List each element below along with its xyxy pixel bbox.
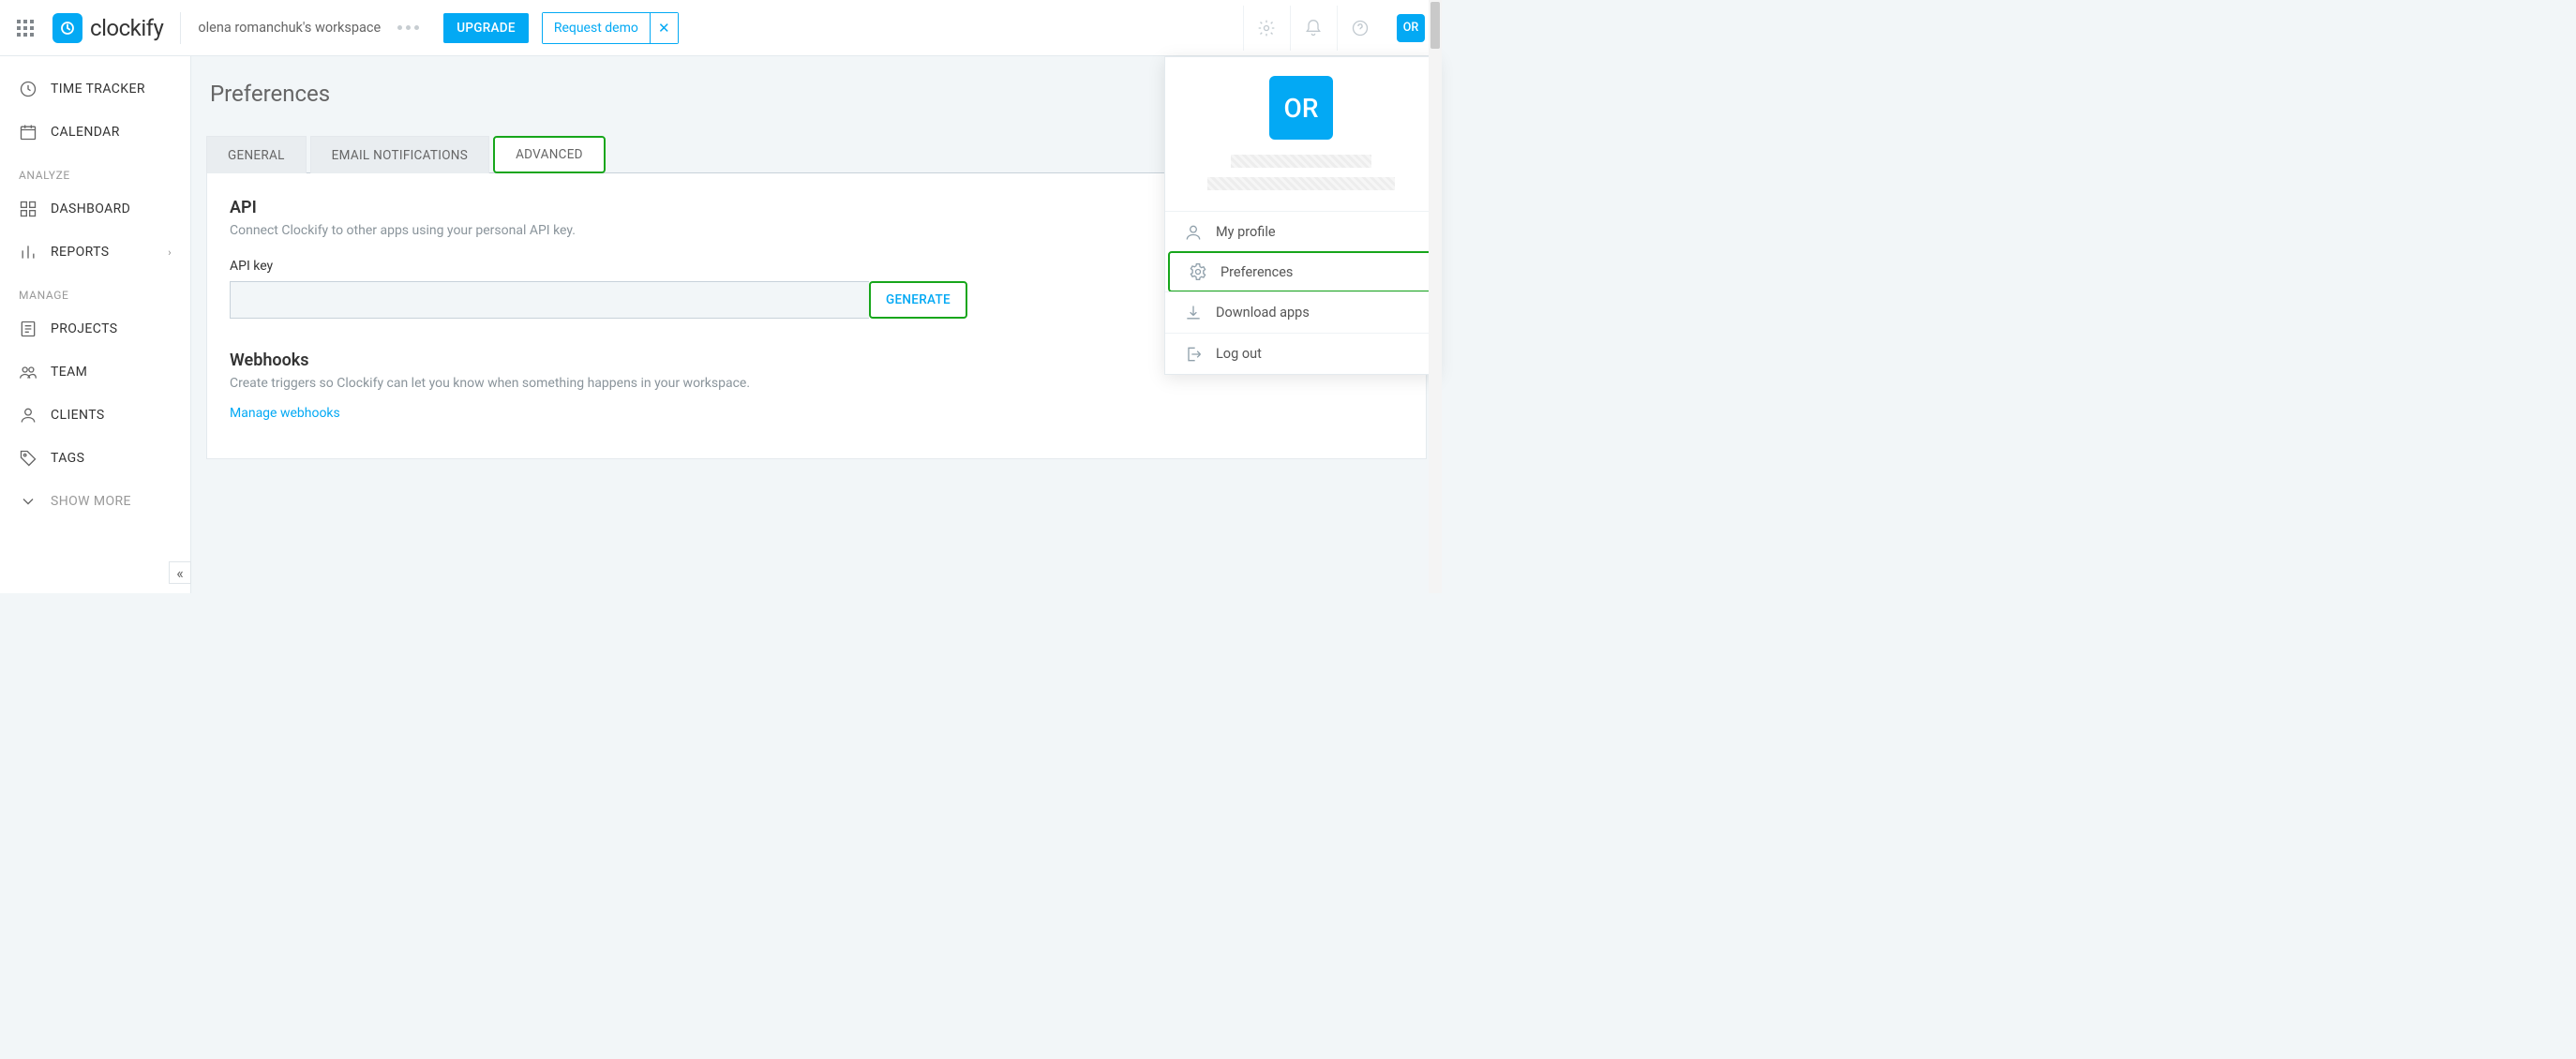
tab-email-notifications[interactable]: EMAIL NOTIFICATIONS bbox=[310, 136, 489, 173]
request-demo-button[interactable]: Request demo bbox=[543, 13, 650, 43]
calendar-icon bbox=[19, 123, 37, 142]
chevron-down-icon bbox=[19, 492, 37, 511]
tab-general[interactable]: GENERAL bbox=[206, 136, 307, 173]
webhooks-sub: Create triggers so Clockify can let you … bbox=[230, 376, 1403, 391]
clients-icon bbox=[19, 406, 37, 425]
dashboard-icon bbox=[19, 200, 37, 218]
manage-webhooks-link[interactable]: Manage webhooks bbox=[230, 406, 340, 421]
dropdown-email-redacted bbox=[1207, 177, 1395, 190]
apikey-input[interactable] bbox=[230, 281, 869, 319]
sidebar-item-time-tracker[interactable]: TIME TRACKER bbox=[0, 67, 190, 111]
nav-section-manage: MANAGE bbox=[0, 274, 190, 307]
download-icon bbox=[1184, 304, 1203, 322]
scroll-thumb[interactable] bbox=[1430, 2, 1440, 49]
divider bbox=[180, 12, 181, 44]
reports-icon bbox=[19, 243, 37, 261]
avatar-button[interactable]: OR bbox=[1397, 14, 1425, 42]
sidebar-item-projects[interactable]: PROJECTS bbox=[0, 307, 190, 351]
dropdown-preferences[interactable]: Preferences bbox=[1168, 251, 1434, 292]
projects-icon bbox=[19, 320, 37, 338]
nav-label: PROJECTS bbox=[51, 321, 117, 336]
dropdown-logout[interactable]: Log out bbox=[1165, 333, 1437, 374]
close-demo-button[interactable]: ✕ bbox=[650, 13, 678, 43]
generate-button[interactable]: GENERATE bbox=[869, 281, 967, 319]
nav-label: REPORTS bbox=[51, 245, 110, 260]
sidebar-item-reports[interactable]: REPORTS › bbox=[0, 231, 190, 274]
sidebar: TIME TRACKER CALENDAR ANALYZE DASHBOARD … bbox=[0, 56, 191, 593]
request-demo-group: Request demo ✕ bbox=[542, 12, 679, 44]
nav-label: CLIENTS bbox=[51, 408, 105, 423]
dd-label: My profile bbox=[1216, 224, 1276, 240]
more-icon[interactable] bbox=[397, 25, 419, 30]
chevron-right-icon: › bbox=[168, 246, 172, 259]
gear-icon bbox=[1189, 262, 1207, 281]
nav-label: CALENDAR bbox=[51, 125, 120, 140]
bell-icon[interactable] bbox=[1290, 6, 1335, 51]
sidebar-show-more[interactable]: SHOW MORE bbox=[0, 480, 190, 523]
clock-icon bbox=[19, 80, 37, 98]
dd-label: Log out bbox=[1216, 346, 1262, 362]
nav-label: TEAM bbox=[51, 365, 87, 380]
dropdown-username-redacted bbox=[1231, 155, 1371, 168]
logo-text: clockify bbox=[90, 15, 163, 41]
sidebar-item-tags[interactable]: TAGS bbox=[0, 437, 190, 480]
topbar-right: OR bbox=[1243, 6, 1425, 51]
settings-icon[interactable] bbox=[1243, 6, 1288, 51]
tags-icon bbox=[19, 449, 37, 468]
tab-advanced[interactable]: ADVANCED bbox=[493, 136, 606, 173]
team-icon bbox=[19, 363, 37, 381]
dd-label: Preferences bbox=[1221, 264, 1293, 280]
upgrade-button[interactable]: UPGRADE bbox=[443, 13, 529, 43]
dropdown-my-profile[interactable]: My profile bbox=[1165, 211, 1437, 252]
logo-icon bbox=[52, 13, 82, 43]
logo[interactable]: clockify bbox=[52, 13, 163, 43]
apps-menu-icon[interactable] bbox=[17, 20, 34, 37]
dd-label: Download apps bbox=[1216, 305, 1310, 321]
dropdown-download-apps[interactable]: Download apps bbox=[1165, 291, 1437, 333]
person-icon bbox=[1184, 223, 1203, 242]
sidebar-item-calendar[interactable]: CALENDAR bbox=[0, 111, 190, 154]
help-icon[interactable] bbox=[1337, 6, 1382, 51]
sidebar-item-clients[interactable]: CLIENTS bbox=[0, 394, 190, 437]
nav-label: DASHBOARD bbox=[51, 201, 130, 216]
workspace-name[interactable]: olena romanchuk's workspace bbox=[198, 20, 381, 36]
collapse-sidebar-button[interactable]: « bbox=[169, 561, 191, 584]
nav-label: TAGS bbox=[51, 451, 84, 466]
dropdown-avatar: OR bbox=[1269, 76, 1333, 140]
topbar: clockify olena romanchuk's workspace UPG… bbox=[0, 0, 1442, 56]
nav-label: SHOW MORE bbox=[51, 494, 131, 509]
sidebar-item-dashboard[interactable]: DASHBOARD bbox=[0, 187, 190, 231]
scrollbar-vertical[interactable] bbox=[1429, 0, 1442, 593]
nav-section-analyze: ANALYZE bbox=[0, 154, 190, 187]
nav-label: TIME TRACKER bbox=[51, 82, 145, 97]
user-dropdown: OR My profile Preferences Download apps … bbox=[1164, 56, 1438, 375]
logout-icon bbox=[1184, 345, 1203, 364]
dropdown-header: OR bbox=[1165, 57, 1437, 211]
sidebar-item-team[interactable]: TEAM bbox=[0, 351, 190, 394]
